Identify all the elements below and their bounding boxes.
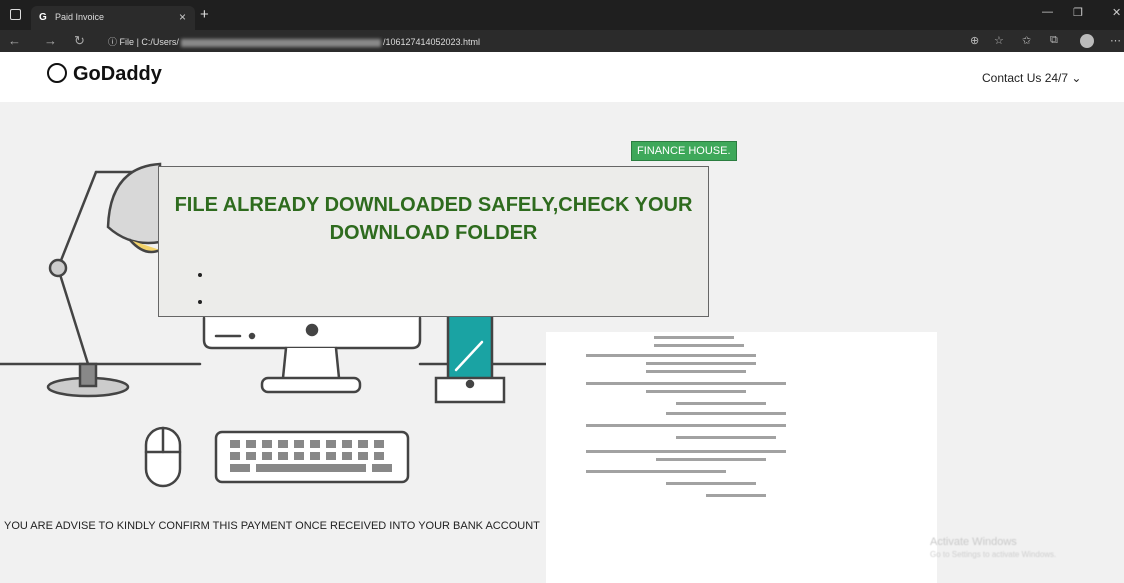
logo-text: GoDaddy [73, 63, 162, 85]
activate-windows-subtitle: Go to Settings to activate Windows. [930, 550, 1057, 559]
close-window-icon[interactable]: ✕ [1112, 6, 1121, 19]
godaddy-mark-icon [47, 63, 67, 83]
minimize-icon[interactable]: — [1042, 6, 1053, 18]
finance-house-badge: FINANCE HOUSE. [631, 141, 737, 161]
url-end: /106127414052023.html [382, 37, 481, 47]
browser-tab[interactable]: G Paid Invoice × [31, 6, 195, 30]
lamp-arm-lower [56, 266, 90, 366]
info-icon: ⓘ [108, 37, 118, 47]
godaddy-logo[interactable]: GoDaddy [47, 63, 162, 86]
lamp-shade [106, 162, 162, 245]
monitor-foot [260, 376, 362, 394]
url-start: C:/Users/ [141, 37, 179, 47]
forward-icon[interactable]: → [44, 33, 57, 48]
lamp-arm-upper [56, 170, 98, 270]
favorites-icon[interactable]: ✩ [1022, 34, 1031, 47]
close-tab-icon[interactable]: × [179, 10, 186, 24]
new-tab-icon[interactable]: + [200, 6, 209, 23]
monitor-led [248, 332, 256, 340]
redacted-path [180, 38, 381, 47]
read-aloud-icon[interactable]: ☆ [994, 34, 1004, 47]
tab-title: Paid Invoice [55, 12, 105, 22]
browser-tab-bar: G Paid Invoice × + — ❐ ✕ [0, 0, 1124, 30]
restore-icon[interactable]: ❐ [1073, 6, 1083, 19]
contact-menu[interactable]: Contact Us 24/7 ⌄ [982, 71, 1081, 85]
invoice-document-preview [546, 332, 937, 583]
site-header: GoDaddy Contact Us 24/7 ⌄ [0, 52, 1124, 102]
collections-icon[interactable]: ⧉ [1050, 34, 1058, 47]
zoom-icon[interactable]: ⊕ [970, 34, 979, 47]
phone-home-button [465, 379, 475, 389]
more-menu-icon[interactable]: ⋯ [1110, 34, 1121, 47]
download-notice-dialog: FILE ALREADY DOWNLOADED SAFELY,CHECK YOU… [158, 166, 709, 317]
address-bar: ← → ↻ ⓘ File | C:/Users//106127414052023… [0, 30, 1124, 52]
refresh-icon[interactable]: ↻ [74, 33, 85, 49]
url-scheme-label: File [119, 37, 135, 47]
profile-avatar-icon[interactable] [1080, 34, 1094, 48]
favicon-icon: G [39, 12, 47, 23]
download-message: FILE ALREADY DOWNLOADED SAFELY,CHECK YOU… [174, 194, 693, 244]
payment-notice-text: YOU ARE ADVISE TO KINDLY CONFIRM THIS PA… [4, 520, 540, 532]
tab-actions-icon[interactable] [10, 9, 21, 20]
lamp-joint [48, 258, 68, 278]
monitor-button [305, 323, 319, 337]
back-icon[interactable]: ← [8, 33, 21, 48]
url-field[interactable]: ⓘ File | C:/Users//106127414052023.html [108, 35, 480, 48]
bullet-1 [198, 273, 202, 277]
lamp-stem [78, 362, 98, 388]
activate-windows-title: Activate Windows [930, 536, 1017, 548]
bullet-2 [198, 300, 202, 304]
